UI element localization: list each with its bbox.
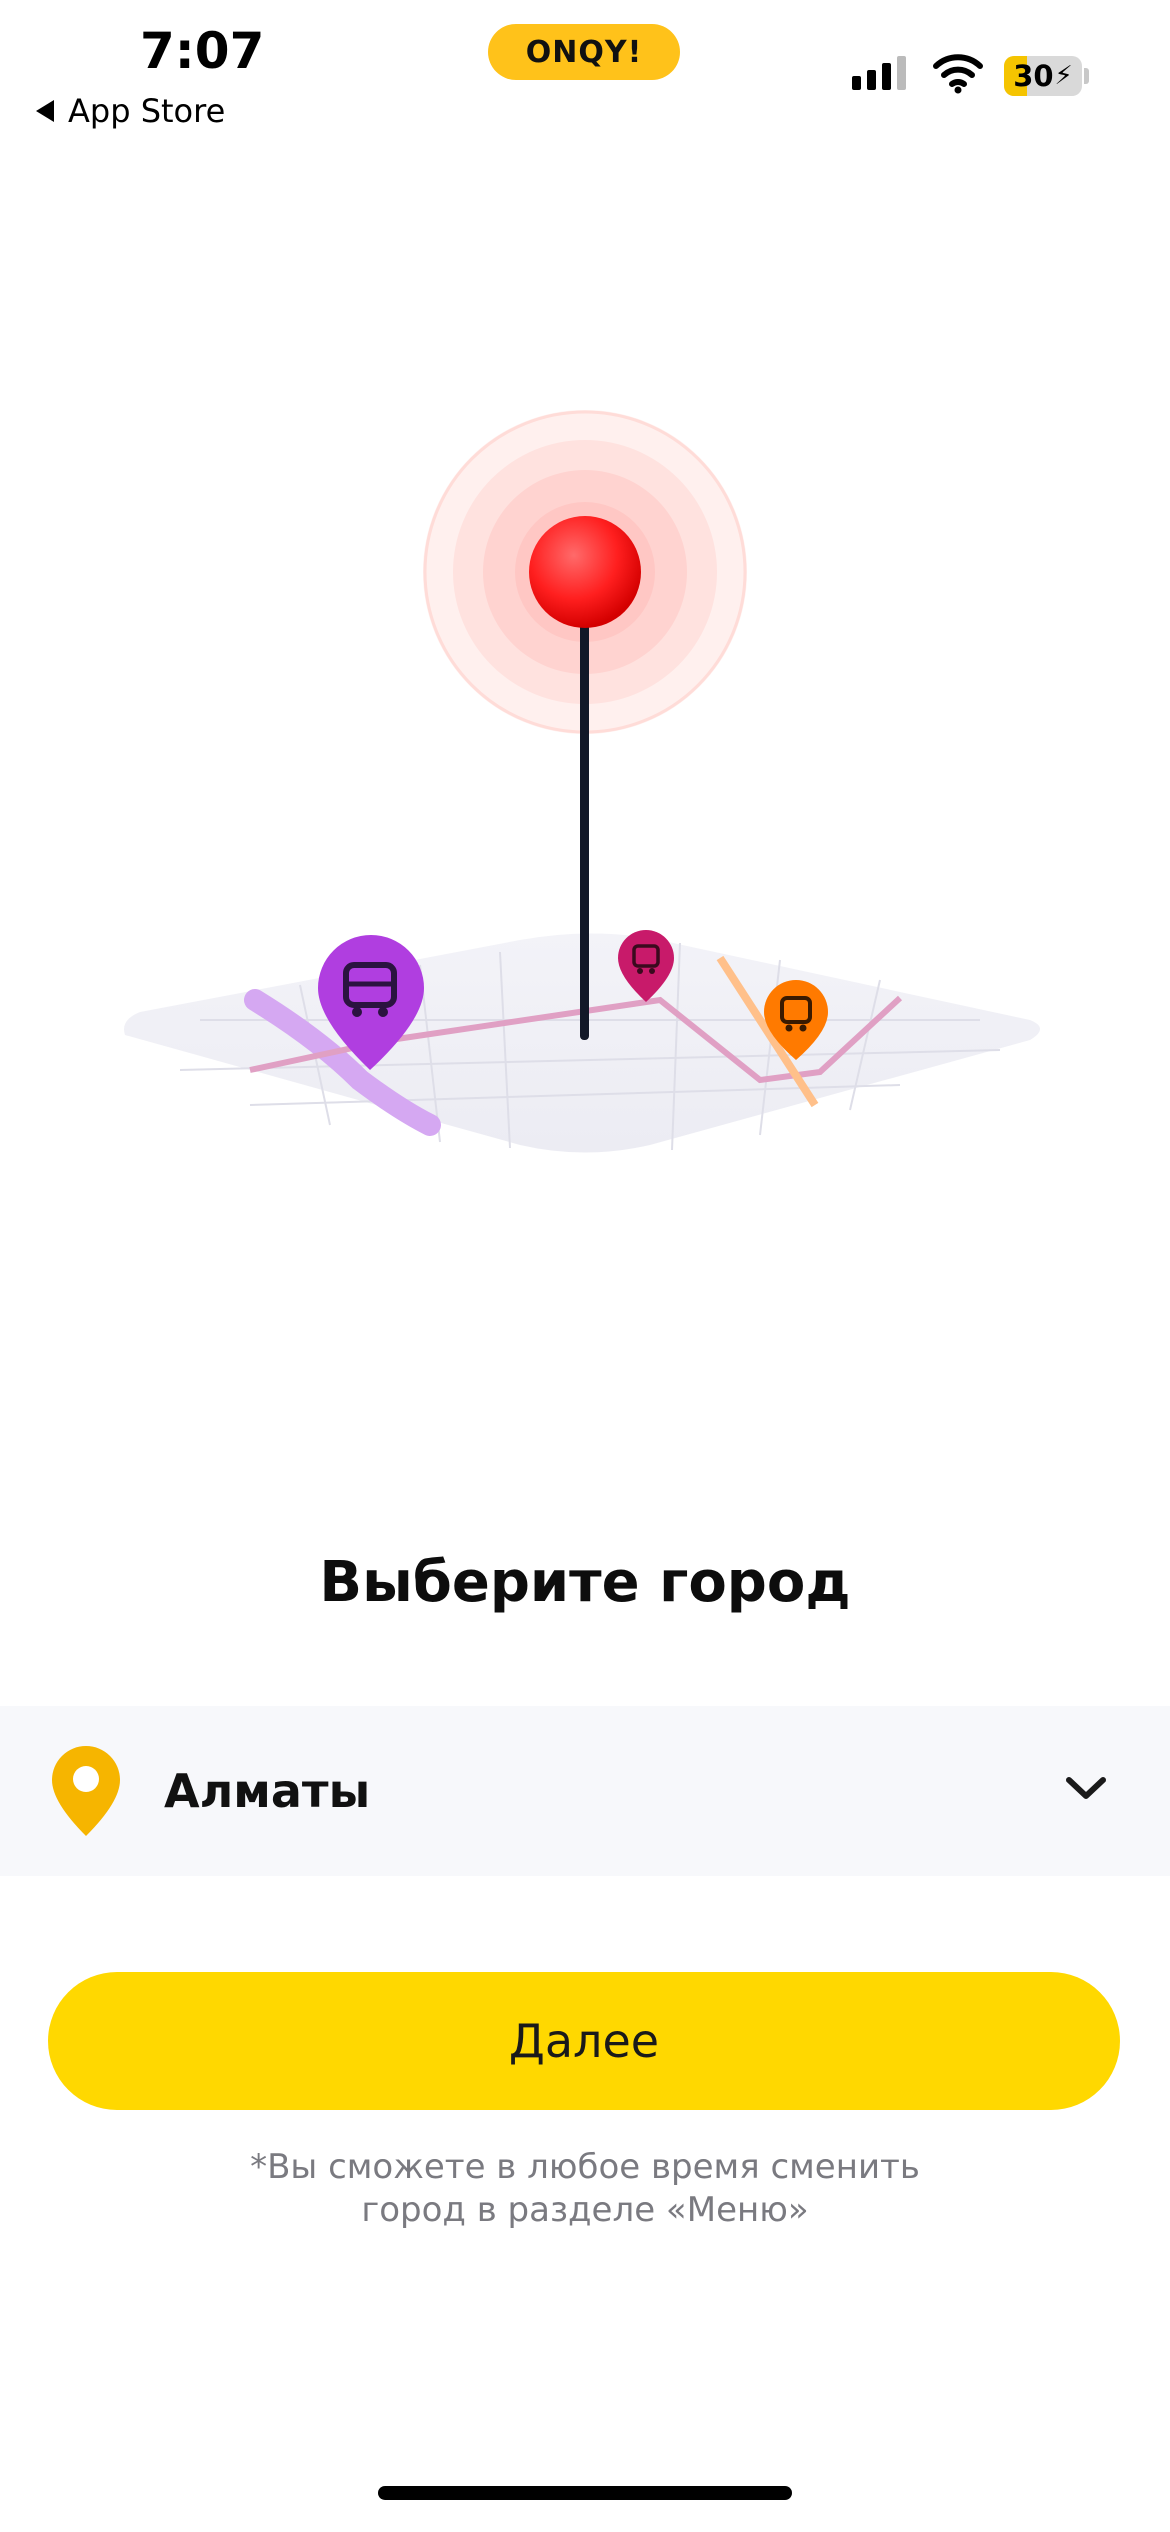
- battery-icon: 30 ⚡: [1004, 56, 1082, 96]
- location-pin-icon: [51, 1745, 120, 1836]
- brand-pill: ONQY!: [488, 24, 680, 80]
- back-triangle-icon: [36, 100, 54, 122]
- page-title: Выберите город: [319, 1550, 851, 1615]
- signal-bars-icon: [852, 56, 906, 90]
- charging-bolt-icon: ⚡: [1054, 61, 1073, 91]
- home-indicator: [378, 2486, 792, 2500]
- next-button-label: Далее: [508, 2014, 660, 2068]
- city-map-illustration: [124, 410, 1040, 1153]
- back-to-app-store-link[interactable]: App Store: [36, 92, 225, 130]
- chevron-down-icon: [1066, 1777, 1106, 1799]
- city-change-note: *Вы сможете в любое время сменить город …: [0, 2146, 1170, 2232]
- battery-level: 30: [1013, 59, 1054, 93]
- back-app-label: App Store: [68, 92, 226, 130]
- brand-label: ONQY!: [525, 34, 643, 70]
- selected-city: Алматы: [164, 1764, 371, 1818]
- status-time: 7:07: [140, 22, 265, 80]
- next-button[interactable]: Далее: [48, 1972, 1120, 2110]
- battery-cap: [1084, 68, 1089, 84]
- city-select[interactable]: Алматы: [0, 1706, 1170, 1876]
- note-line-2: город в разделе «Меню»: [361, 2190, 809, 2230]
- wifi-icon: [933, 54, 983, 94]
- location-target-icon: [423, 410, 747, 1040]
- note-line-1: *Вы сможете в любое время сменить: [250, 2147, 920, 2187]
